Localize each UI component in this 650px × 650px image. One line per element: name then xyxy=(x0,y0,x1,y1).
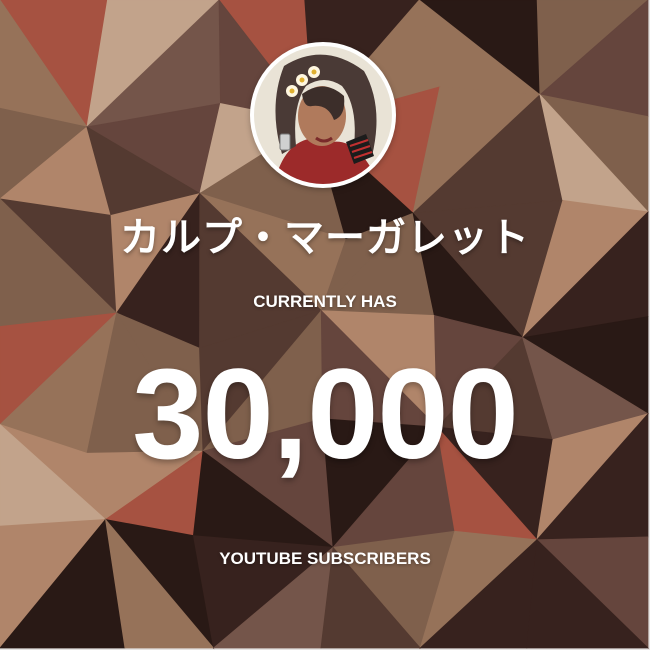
subscriber-count: 30,000 xyxy=(132,343,519,486)
character-portrait-avatar-icon xyxy=(254,46,392,184)
channel-name: カルプ・マーガレット xyxy=(120,215,530,261)
milestone-card: カルプ・マーガレット CURRENTLY HAS 30,000 YOUTUBE … xyxy=(0,0,650,650)
youtube-subscribers-caption: YOUTUBE SUBSCRIBERS xyxy=(219,549,431,568)
currently-has-caption: CURRENTLY HAS xyxy=(253,292,397,311)
channel-avatar xyxy=(250,42,396,188)
